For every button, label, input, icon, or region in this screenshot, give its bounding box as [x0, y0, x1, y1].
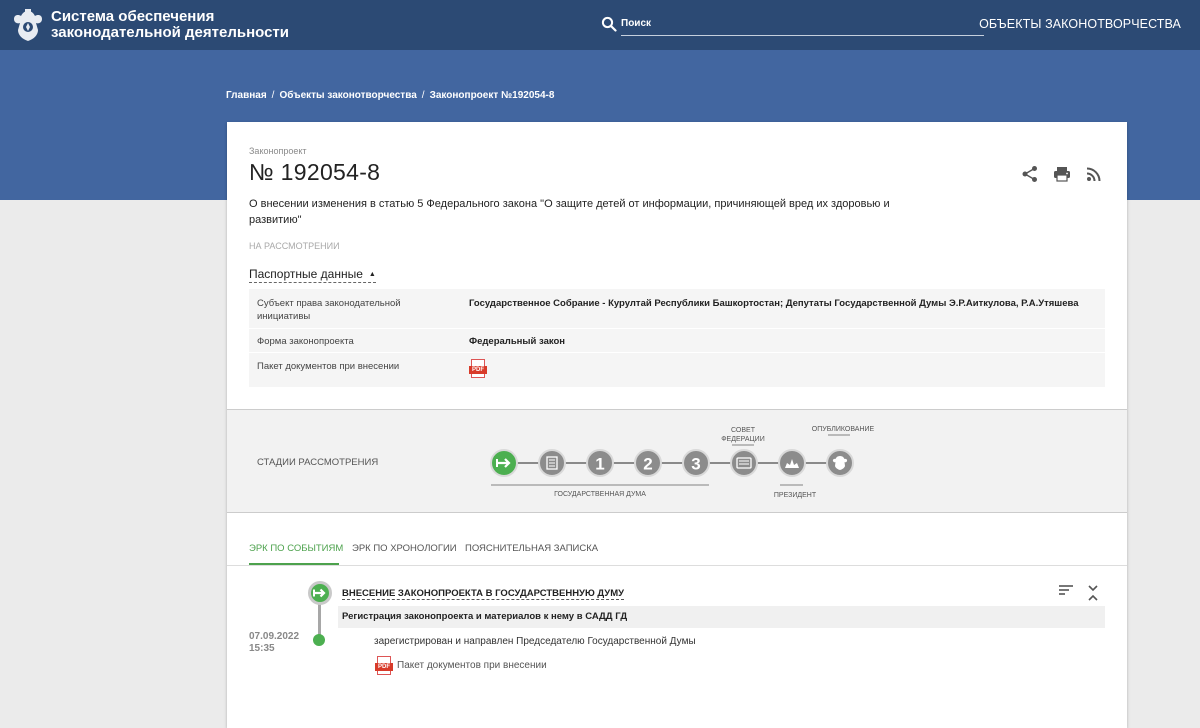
passport-toggle[interactable]: Паспортные данные ▲ — [249, 267, 376, 283]
site-title-line-2: законодательной деятельности — [51, 24, 290, 41]
site-title[interactable]: Система обеспечения законодательной деят… — [51, 9, 291, 41]
event-title[interactable]: ВНЕСЕНИЕ ЗАКОНОПРОЕКТА В ГОСУДАРСТВЕННУЮ… — [342, 588, 625, 600]
event-document-label: Пакет документов при внесении — [397, 660, 547, 671]
stage-president-label: ПРЕЗИДЕНТ — [774, 492, 817, 499]
passport-value: Федеральный закон — [469, 336, 566, 347]
passport-toggle-label: Паспортные данные — [249, 267, 363, 281]
passport-row-package: Пакет документов при внесении PDF — [249, 353, 1105, 388]
event-time: 15:35 — [249, 643, 275, 654]
search-input-underline — [621, 35, 984, 36]
stages-panel: СТАДИИ РАССМОТРЕНИЯ 1 2 3 ГОСУДАРСТВЕННА… — [227, 409, 1127, 513]
tab-explanatory-note[interactable]: ПОЯСНИТЕЛЬНАЯ ЗАПИСКА — [465, 543, 598, 554]
nav-link-objects[interactable]: ОБЪЕКТЫ ЗАКОНОТВОРЧЕСТВА — [979, 17, 1181, 31]
caret-up-icon: ▲ — [368, 271, 376, 278]
passport-table: Субъект права законодательной инициативы… — [249, 289, 1105, 388]
breadcrumb-home[interactable]: Главная — [226, 90, 267, 101]
site-title-line-1: Система обеспечения — [51, 8, 215, 25]
stage-group-duma: ГОСУДАРСТВЕННАЯ ДУМА — [554, 491, 646, 498]
breadcrumb-current: Законопроект №192054-8 — [429, 90, 555, 101]
pdf-icon: PDF — [375, 656, 393, 675]
event-date: 07.09.2022 — [249, 631, 300, 642]
stages-diagram: 1 2 3 ГОСУДАРСТВЕННАЯ ДУМА СОВЕТ ФЕДЕРАЦ… — [490, 426, 875, 499]
tab-events[interactable]: ЭРК ПО СОБЫТИЯМ — [249, 543, 343, 554]
svg-text:2: 2 — [643, 455, 652, 474]
stage-reading-1[interactable]: 1 — [586, 449, 614, 477]
event-subtitle: Регистрация законопроекта и материалов к… — [342, 611, 628, 622]
stage-president[interactable] — [778, 449, 806, 477]
pdf-icon-label: PDF — [375, 663, 393, 671]
passport-value: PDF — [469, 359, 1099, 382]
rss-icon[interactable] — [1085, 165, 1103, 183]
event-subtitle-row: Регистрация законопроекта и материалов к… — [338, 606, 1105, 628]
breadcrumb-separator: / — [421, 90, 425, 101]
bill-title: О внесении изменения в статью 5 Федераль… — [249, 198, 890, 226]
pdf-icon-label: PDF — [469, 366, 487, 374]
pdf-icon[interactable]: PDF — [469, 359, 487, 378]
bill-actions — [1021, 165, 1103, 183]
breadcrumb: Главная / Объекты законотворчества / Законоп… — [226, 90, 554, 101]
search-input[interactable]: Поиск — [621, 18, 651, 29]
event-entry-icon — [308, 581, 332, 605]
event-controls — [1059, 584, 1099, 602]
passport-row-subject: Субъект права законодательной инициативы… — [249, 289, 1105, 329]
event-dot — [313, 634, 325, 646]
bill-kind: Законопроект — [249, 146, 307, 156]
event-text: зарегистрирован и направлен Председателю… — [374, 636, 696, 647]
svg-text:3: 3 — [691, 455, 700, 474]
passport-key: Субъект права законодательной инициативы — [257, 298, 401, 322]
passport-row-form: Форма законопроекта Федеральный закон — [249, 329, 1105, 353]
stage-reading-2[interactable]: 2 — [634, 449, 662, 477]
stage-committee[interactable] — [538, 449, 566, 477]
stage-federation-council[interactable] — [730, 449, 758, 477]
bill-card: Законопроект № 192054-8 О внесении измен… — [227, 122, 1127, 728]
breadcrumb-separator: / — [271, 90, 275, 101]
passport-value: Государственное Собрание - Курултай Респ… — [469, 298, 1079, 309]
stage-council-label-2: ФЕДЕРАЦИИ — [721, 436, 765, 443]
breadcrumb-objects[interactable]: Объекты законотворчества — [279, 90, 416, 101]
passport-key: Пакет документов при внесении — [257, 361, 400, 372]
share-icon[interactable] — [1021, 165, 1039, 183]
top-header: Система обеспечения законодательной деят… — [0, 0, 1200, 50]
stage-registration[interactable] — [490, 449, 518, 477]
tab-chronology[interactable]: ЭРК ПО ХРОНОЛОГИИ — [352, 543, 457, 554]
bill-number: № 192054-8 — [249, 159, 381, 185]
event-datetime: 07.09.2022 15:35 — [249, 631, 299, 655]
print-icon[interactable] — [1053, 165, 1071, 183]
collapse-icon[interactable] — [1087, 584, 1099, 602]
passport-key: Форма законопроекта — [257, 336, 354, 347]
status-badge: НА РАССМОТРЕНИИ — [249, 241, 340, 251]
sort-icon[interactable] — [1059, 584, 1073, 596]
stage-publication[interactable] — [826, 449, 854, 477]
coat-of-arms-logo[interactable] — [12, 8, 44, 42]
stage-publication-label: ОПУБЛИКОВАНИЕ — [812, 426, 875, 433]
tabs-divider — [227, 565, 1127, 566]
search-icon[interactable] — [601, 16, 617, 32]
event-document-link[interactable]: PDF Пакет документов при внесении — [375, 656, 547, 675]
svg-text:1: 1 — [595, 455, 604, 474]
stage-council-label-1: СОВЕТ — [731, 427, 756, 434]
stage-reading-3[interactable]: 3 — [682, 449, 710, 477]
